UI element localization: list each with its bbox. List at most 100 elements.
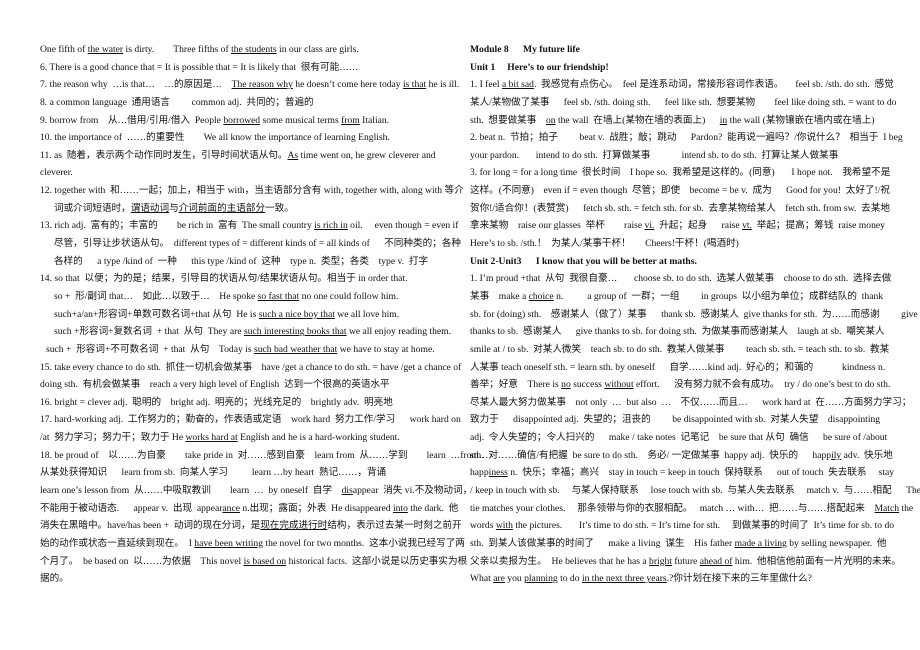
underlined-phrase: with [495,520,513,532]
text-segment: oil. even though = even if [347,220,459,232]
text-line: thanks to sb. 感谢某人 give thanks to sb. fo… [470,323,902,341]
text-segment: such+a/an+形容词+单数可数名词+that 从句 He is [54,308,259,320]
text-segment: him. 他相信他前面有一片光明的未来。 [732,555,901,567]
text-segment: 升起；起身 raise [654,220,743,232]
text-line: such +形容词+复数名词 + that 从句 They are such i… [40,323,460,341]
text-line: 各样的 a type /kind of 一种 this type /kind o… [40,253,460,271]
section-heading: Unit 2-Unit3 I know that you will be bet… [470,253,902,271]
text-segment: Here’s to sb. /sth.！ 为某人/某事干杯！ Cheers!干杯… [470,238,739,250]
underlined-phrase: vi. [644,220,655,232]
text-line: sth. 对……确信/有把握 be sure to do sth. 务必/ 一定… [470,447,902,465]
text-segment: success [570,379,605,391]
underlined-phrase: borrowed [223,114,261,126]
text-line: happiness n. 快乐；幸福；高兴 stay in touch = ke… [470,464,902,482]
text-line: cleverer. [40,164,460,182]
text-line: 消失在黑暗中。have/has been + 动词的现在分词，是现在完成进行时结… [40,517,462,535]
underlined-phrase: bright [649,555,672,567]
underlined-phrase: is that [403,79,427,91]
text-segment: to do [557,573,582,585]
text-segment: the dark. 他 [407,502,459,514]
text-segment: we all love him. [334,308,400,320]
text-line: smile at / to sb. 对某人微笑 teach sb. to do … [470,341,902,359]
underlined-phrase: is rich in [314,220,348,232]
text-segment: smile at / to sb. 对某人微笑 teach sb. to do … [470,343,890,355]
text-line: What are you planning to do in the next … [470,570,902,588]
text-segment: some musical terms [260,114,342,126]
underlined-phrase: a bit sad [501,79,534,91]
text-line: 17. hard-working adj. 工作努力的；勤奋的，作表语或定语 w… [40,411,461,429]
text-segment: 1. I’m proud +that 从句 我很自豪… choose sb. t… [470,273,892,285]
text-segment: n. 快乐；幸福；高兴 stay in touch = keep in touc… [507,467,895,479]
underlined-phrase: the water [87,44,124,55]
underlined-phrase: the students [231,44,277,55]
text-line: such+a/an+形容词+单数可数名词+that 从句 He is such … [40,306,460,324]
text-line: 15. take every chance to do sth. 抓住一切机会做… [40,359,461,377]
underlined-phrase: on [545,114,556,126]
text-segment: sth. 到某人该做某事的时间了 make a living 谋生 His fa… [470,537,735,549]
underlined-phrase: is based on [243,555,287,567]
text-segment: What [470,573,494,585]
text-segment: 拿来某物 raise our glasses 举杯 raise [470,220,645,232]
text-line: 这样。(不同意) even if = even though 尽管；即使 bec… [470,182,902,200]
text-segment: 12. together with 和……一起；加上，相当于 with，当主语部… [40,185,464,197]
underlined-phrase: 现在完成进行时 [260,520,328,532]
text-line: sb. for (doing) sth. 感谢某人（做了）某事 thank sb… [470,306,918,324]
text-segment: you [504,573,525,585]
underlined-phrase: planning [524,573,558,585]
text-segment: 这样。(不同意) even if = even though 尽管；即使 bec… [470,185,890,197]
text-line: 人某事 teach oneself sth. = learn sth. by o… [470,359,902,377]
text-segment: n. a group of 一群；一组 in groups 以小组为单位；成群结… [553,290,884,302]
text-line: 始的动作或状态一直延续到现在。 I have been writing the … [40,535,465,553]
text-line: 18. be proud of 以……为自豪 take pride in 对……… [40,447,488,465]
underlined-phrase: such a nice boy that [258,308,335,320]
underlined-phrase: into [392,502,408,514]
text-segment: 10. the importance of ……的重要性 We all know… [40,132,390,144]
text-segment: 尽管，引导让步状语从句。 different types of = differ… [54,238,461,250]
text-segment: 9. borrow from 从…借用/引用/借入 People [40,114,224,126]
text-segment: learn one’s lesson from 从……中吸取教训 learn …… [40,485,342,497]
text-line: 7. the reason why …is that… …的原因是… The r… [40,76,460,94]
text-segment: happ [470,467,489,479]
text-line: Here’s to sb. /sth.！ 为某人/某事干杯！ Cheers!干杯… [470,235,902,253]
text-segment: we have to stay at home. [337,343,435,355]
text-segment: 据的。 [40,573,69,585]
text-line: 从某处获得知识 learn from sb. 向某人学习 learn …by h… [40,464,460,482]
text-segment: the wall (某物镶嵌在墙内或在墙上) [727,114,875,126]
underlined-phrase: 介词前面的主语部分 [178,202,266,214]
text-line: 12. together with 和……一起；加上，相当于 with，当主语部… [40,182,464,200]
text-line: 16. bright = clever adj. 聪明的 bright adj.… [40,394,460,412]
text-segment: the wall 在墙上(某物在墙的表面上) [555,114,720,126]
text-segment: the pictures. It’s time to do sth. = It’… [512,520,895,532]
underlined-phrase: such interesting books that [243,326,347,338]
text-segment: Italian. [359,114,390,126]
underlined-phrase: made a living [734,537,787,549]
text-segment: 词或介词短语时， [54,202,131,214]
text-segment: 结构，表示过去某一时刻之前开 [327,520,462,532]
text-line: 贺你!/适合你！(表赞赏) fetch sb. sth. = fetch sth… [470,200,902,218]
text-segment: we all enjoy reading them. [346,326,451,338]
text-segment: 个月了。 be based on 以……为依据 This novel [40,555,244,567]
text-segment: no one could follow him. [299,290,399,302]
text-segment: Unit 2-Unit3 I know that you will be bet… [470,255,697,267]
text-segment: 各样的 a type /kind of 一种 this type /kind o… [54,255,429,267]
text-segment: 不能用于被动语态. appear v. 出现 appear [40,502,223,514]
section-heading: Unit 1 Here’s to our friendship! [470,59,902,77]
text-segment: English and he is a hard-working student… [237,432,400,444]
text-segment: so + 形/副词 that… 如此…以致于… He spoke [54,290,258,302]
text-line: tie matches your clothes. 那条领带与你的衣服相配。 m… [470,500,913,518]
text-segment: doing sth. 有机会做某事 reach a very high leve… [40,379,390,391]
text-segment: 举起；提高；筹钱 raise money [751,220,885,232]
text-segment: 6. There is a good chance that = It is p… [40,61,359,73]
text-segment: the [899,502,914,514]
text-segment: 尽某人最大努力做某事 not only … but also … 不仅……而且…… [470,396,912,408]
text-line: 善举；好意 There is no success without effort… [470,376,902,394]
text-line: such + 形容词+不可数名词 + that 从句 Today is such… [40,341,460,359]
underlined-phrase: vt. [742,220,752,232]
text-segment: 16. bright = clever adj. 聪明的 bright adj.… [40,396,393,408]
text-line: 9. borrow from 从…借用/引用/借入 People borrowe… [40,112,460,130]
text-segment: your pardon. intend to do sth. 打算做某事 int… [470,149,839,161]
underlined-phrase: in the next three years [581,573,667,585]
text-line: 父亲以卖报为生。 He believes that he has a brigh… [470,553,902,571]
text-line: 6. There is a good chance that = It is p… [40,59,460,77]
text-line: 1. I’m proud +that 从句 我很自豪… choose sb. t… [470,270,902,288]
